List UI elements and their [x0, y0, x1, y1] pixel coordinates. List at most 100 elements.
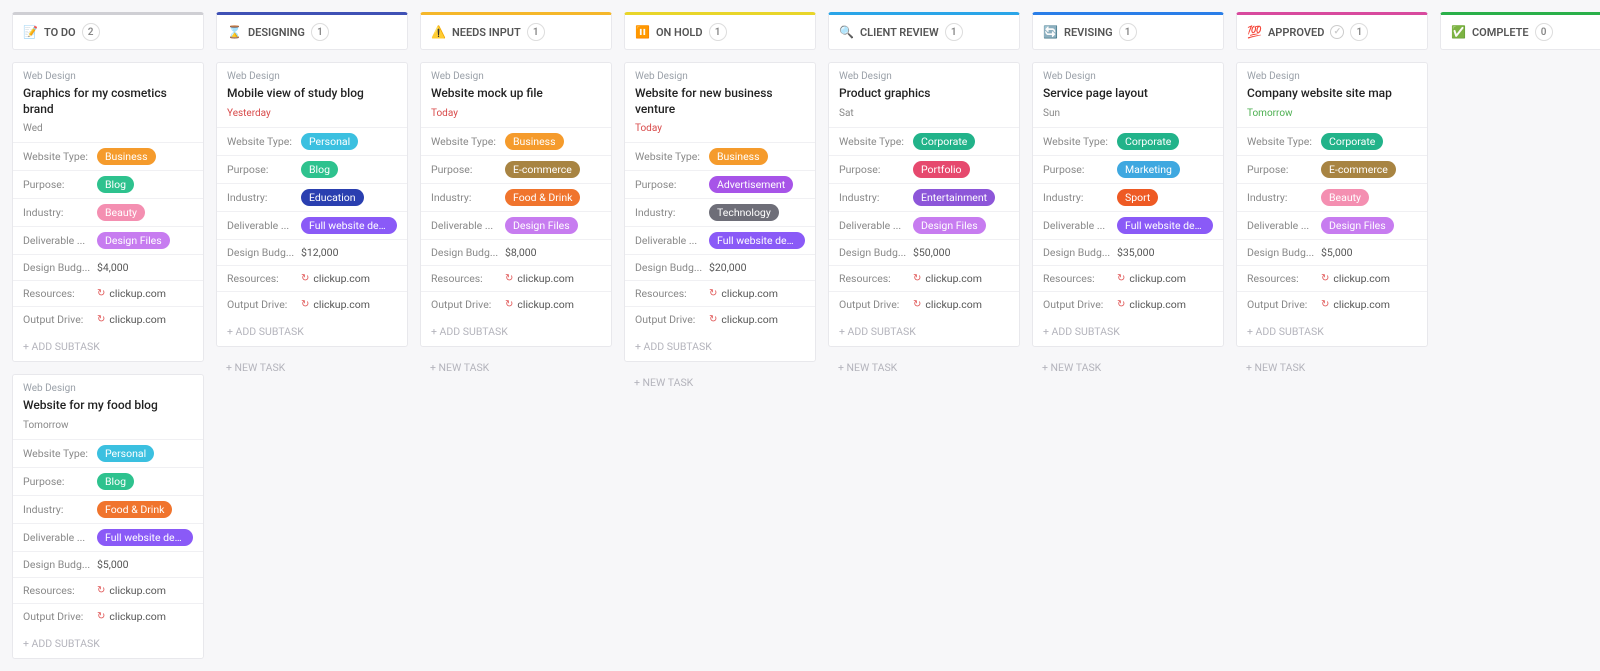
deliverable-pill[interactable]: Full website design and lay...: [709, 232, 805, 249]
budget-value: $50,000: [913, 246, 950, 259]
industry-pill[interactable]: Sport: [1117, 189, 1158, 206]
link-text[interactable]: clickup.com: [517, 272, 574, 285]
field-row: Design Budg...$4,000: [13, 254, 203, 280]
add-subtask-button[interactable]: + ADD SUBTASK: [829, 317, 1019, 346]
field-label: Resources:: [431, 272, 505, 285]
website_type-pill[interactable]: Business: [505, 133, 564, 150]
column-count: 0: [1535, 23, 1553, 41]
task-card[interactable]: Web DesignMobile view of study blogYeste…: [216, 62, 408, 347]
purpose-pill[interactable]: Advertisement: [709, 176, 793, 193]
add-subtask-button[interactable]: + ADD SUBTASK: [13, 332, 203, 361]
link-text[interactable]: clickup.com: [925, 298, 982, 311]
add-subtask-button[interactable]: + ADD SUBTASK: [421, 317, 611, 346]
industry-pill[interactable]: Beauty: [1321, 189, 1369, 206]
website_type-pill[interactable]: Corporate: [1321, 133, 1383, 150]
new-task-button[interactable]: + NEW TASK: [624, 368, 816, 397]
task-card[interactable]: Web DesignWebsite mock up fileTodayWebsi…: [420, 62, 612, 347]
new-task-button[interactable]: + NEW TASK: [828, 353, 1020, 382]
industry-pill[interactable]: Food & Drink: [505, 189, 580, 206]
field-row: Purpose:Portfolio: [829, 155, 1019, 183]
task-card[interactable]: Web DesignService page layoutSunWebsite …: [1032, 62, 1224, 347]
column-header-complete[interactable]: ✅COMPLETE0: [1440, 12, 1600, 50]
purpose-pill[interactable]: E-commerce: [505, 161, 580, 178]
link-text[interactable]: clickup.com: [109, 287, 166, 300]
column-count: 1: [709, 23, 727, 41]
field-label: Website Type:: [839, 135, 913, 148]
deliverable-pill[interactable]: Design Files: [97, 232, 170, 249]
link-text[interactable]: clickup.com: [721, 313, 778, 326]
website_type-pill[interactable]: Corporate: [1117, 133, 1179, 150]
new-task-button[interactable]: + NEW TASK: [1236, 353, 1428, 382]
link-icon: ↻: [97, 611, 105, 622]
link-text[interactable]: clickup.com: [1333, 272, 1390, 285]
new-task-button[interactable]: + NEW TASK: [216, 353, 408, 382]
budget-value: $5,000: [97, 558, 129, 571]
purpose-pill[interactable]: Blog: [97, 473, 134, 490]
industry-pill[interactable]: Technology: [709, 204, 779, 221]
field-row: Output Drive:↻clickup.com: [421, 291, 611, 317]
link-text[interactable]: clickup.com: [109, 584, 166, 597]
card-date: Today: [421, 108, 611, 127]
link-icon: ↻: [709, 314, 717, 325]
task-card[interactable]: Web DesignWebsite for new business ventu…: [624, 62, 816, 362]
column-header-client-review[interactable]: 🔍CLIENT REVIEW1: [828, 12, 1020, 50]
purpose-pill[interactable]: Portfolio: [913, 161, 970, 178]
field-row: Industry:Food & Drink: [13, 495, 203, 523]
purpose-pill[interactable]: Marketing: [1117, 161, 1180, 178]
website_type-pill[interactable]: Business: [97, 148, 156, 165]
link-text[interactable]: clickup.com: [721, 287, 778, 300]
column-header-todo[interactable]: 📝TO DO2: [12, 12, 204, 50]
deliverable-pill[interactable]: Full website design and lay...: [301, 217, 397, 234]
field-row: Design Budg...$20,000: [625, 254, 815, 280]
column-header-needs-input[interactable]: ⚠️NEEDS INPUT1: [420, 12, 612, 50]
field-row: Purpose:Blog: [13, 170, 203, 198]
deliverable-pill[interactable]: Full website design and lay...: [1117, 217, 1213, 234]
column-header-revising[interactable]: 🔄REVISING1: [1032, 12, 1224, 50]
industry-pill[interactable]: Beauty: [97, 204, 145, 221]
website_type-pill[interactable]: Personal: [301, 133, 358, 150]
column-header-designing[interactable]: ⌛DESIGNING1: [216, 12, 408, 50]
link-text[interactable]: clickup.com: [1129, 298, 1186, 311]
link-text[interactable]: clickup.com: [109, 313, 166, 326]
industry-pill[interactable]: Entertainment: [913, 189, 995, 206]
industry-pill[interactable]: Food & Drink: [97, 501, 172, 518]
add-subtask-button[interactable]: + ADD SUBTASK: [13, 629, 203, 658]
purpose-pill[interactable]: E-commerce: [1321, 161, 1396, 178]
website_type-pill[interactable]: Business: [709, 148, 768, 165]
link-text[interactable]: clickup.com: [1129, 272, 1186, 285]
link-icon: ↻: [709, 288, 717, 299]
add-subtask-button[interactable]: + ADD SUBTASK: [217, 317, 407, 346]
add-subtask-button[interactable]: + ADD SUBTASK: [625, 332, 815, 361]
website_type-pill[interactable]: Corporate: [913, 133, 975, 150]
industry-pill[interactable]: Education: [301, 189, 364, 206]
task-card[interactable]: Web DesignProduct graphicsSatWebsite Typ…: [828, 62, 1020, 347]
website_type-pill[interactable]: Personal: [97, 445, 154, 462]
purpose-pill[interactable]: Blog: [301, 161, 338, 178]
link-text[interactable]: clickup.com: [109, 610, 166, 623]
field-label: Deliverable ...: [839, 219, 913, 232]
purpose-pill[interactable]: Blog: [97, 176, 134, 193]
task-card[interactable]: Web DesignCompany website site mapTomorr…: [1236, 62, 1428, 347]
deliverable-pill[interactable]: Design Files: [1321, 217, 1394, 234]
column-header-approved[interactable]: 💯APPROVED✓1: [1236, 12, 1428, 50]
complete-icon: ✅: [1451, 25, 1466, 39]
add-subtask-button[interactable]: + ADD SUBTASK: [1237, 317, 1427, 346]
deliverable-pill[interactable]: Design Files: [505, 217, 578, 234]
deliverable-pill[interactable]: Design Files: [913, 217, 986, 234]
task-card[interactable]: Web DesignGraphics for my cosmetics bran…: [12, 62, 204, 362]
field-label: Deliverable ...: [227, 219, 301, 232]
budget-value: $8,000: [505, 246, 537, 259]
link-text[interactable]: clickup.com: [1333, 298, 1390, 311]
budget-value: $20,000: [709, 261, 746, 274]
column-header-on-hold[interactable]: ⏸️ON HOLD1: [624, 12, 816, 50]
link-text[interactable]: clickup.com: [313, 272, 370, 285]
new-task-button[interactable]: + NEW TASK: [1032, 353, 1224, 382]
new-task-button[interactable]: + NEW TASK: [420, 353, 612, 382]
link-text[interactable]: clickup.com: [925, 272, 982, 285]
task-card[interactable]: Web DesignWebsite for my food blogTomorr…: [12, 374, 204, 659]
deliverable-pill[interactable]: Full website design and lay...: [97, 529, 193, 546]
add-subtask-button[interactable]: + ADD SUBTASK: [1033, 317, 1223, 346]
link-text[interactable]: clickup.com: [313, 298, 370, 311]
column-title: CLIENT REVIEW: [860, 26, 939, 39]
link-text[interactable]: clickup.com: [517, 298, 574, 311]
